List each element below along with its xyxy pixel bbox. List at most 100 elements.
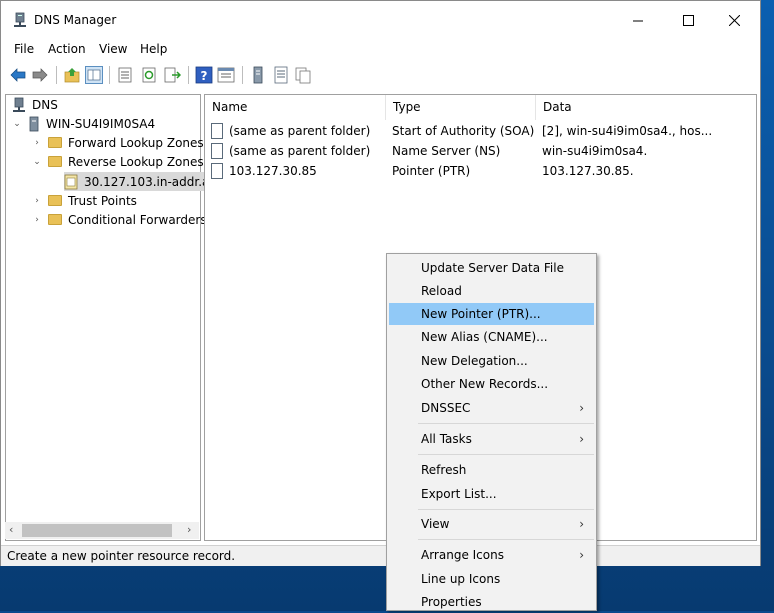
menu-item-label: Refresh [421,463,467,477]
title-bar: DNS Manager [1,1,760,39]
menu-view[interactable]: View [99,42,127,56]
menu-item-refresh[interactable]: Refresh [389,459,594,481]
tree-label-server: WIN-SU4I9IM0SA4 [46,116,156,131]
maximize-button[interactable] [665,1,711,39]
tree-item-conditional-forwarders[interactable]: › Conditional Forwarders [32,210,207,229]
column-header-name[interactable]: Name [205,95,386,120]
chevron-right-icon[interactable]: › [32,196,42,206]
table-row[interactable]: 103.127.30.85 Pointer (PTR) 103.127.30.8… [205,162,756,182]
window-title: DNS Manager [34,13,117,27]
chevron-right-icon[interactable]: › [32,215,42,225]
menu-help[interactable]: Help [140,42,167,56]
menu-item-label: View [421,517,450,531]
folder-open-icon [48,156,62,167]
dns-icon [13,97,25,112]
table-row[interactable]: (same as parent folder) Start of Authori… [205,122,756,142]
back-icon[interactable] [9,66,27,84]
up-folder-icon[interactable] [63,66,81,84]
copy-icon[interactable] [294,66,312,84]
menu-item-label: Other New Records... [421,377,549,391]
chevron-down-icon[interactable]: ⌄ [12,119,22,129]
cell-name: (same as parent folder) [229,124,371,138]
menu-item-new-alias[interactable]: New Alias (CNAME)... [389,326,594,348]
cell-name: (same as parent folder) [229,144,371,158]
menu-separator [418,539,594,540]
menu-item-label: DNSSEC [421,401,471,415]
tree-item-forward-lookup-zones[interactable]: › Forward Lookup Zones [32,133,204,152]
folder-icon [48,214,62,225]
tree-item-trust-points[interactable]: › Trust Points [32,191,137,210]
cell-data: win-su4i9im0sa4. [542,144,648,158]
chevron-right-icon: › [579,548,584,562]
tree-item-reverse-lookup-zones[interactable]: ⌄ Reverse Lookup Zones [32,152,203,171]
menu-item-new-pointer[interactable]: New Pointer (PTR)... [389,303,594,325]
menu-item-all-tasks[interactable]: All Tasks › [389,428,594,450]
cell-type: Pointer (PTR) [392,164,471,178]
folder-icon [48,195,62,206]
minimize-button[interactable] [615,1,661,39]
scrollbar-thumb[interactable] [22,524,172,537]
maximize-icon [682,14,694,26]
toolbar-separator [56,66,57,84]
menu-item-label: New Pointer (PTR)... [421,307,541,321]
server-icon[interactable] [249,66,267,84]
chevron-right-icon: › [579,401,584,415]
server-icon [29,116,39,131]
tree-item-dns[interactable]: DNS [12,95,58,114]
record-icon [211,123,223,139]
record-icon [211,143,223,159]
tree-label-conditional: Conditional Forwarders [68,212,207,227]
zone-list-icon[interactable] [272,66,290,84]
tree-item-server[interactable]: ⌄ WIN-SU4I9IM0SA4 [12,114,155,133]
tree-horizontal-scrollbar[interactable]: ‹ › [5,522,199,539]
toolbar-separator [242,66,243,84]
tree-label-forward: Forward Lookup Zones [68,135,204,150]
menu-item-update-server-data-file[interactable]: Update Server Data File [389,257,594,279]
menu-separator [418,454,594,455]
menu-item-label: Properties [421,595,482,609]
menu-item-other-new-records[interactable]: Other New Records... [389,373,594,395]
chevron-down-icon[interactable]: ⌄ [32,157,42,167]
export-icon[interactable] [163,66,181,84]
menu-item-label: New Alias (CNAME)... [421,330,548,344]
refresh-icon[interactable] [140,66,158,84]
menu-item-arrange-icons[interactable]: Arrange Icons › [389,544,594,566]
menu-item-reload[interactable]: Reload [389,280,594,302]
menu-item-dnssec[interactable]: DNSSEC › [389,397,594,419]
properties-icon[interactable] [116,66,134,84]
menu-item-new-delegation[interactable]: New Delegation... [389,350,594,372]
menu-action[interactable]: Action [48,42,86,56]
help-icon[interactable]: ? [195,66,213,84]
record-icon [211,163,223,179]
menu-file[interactable]: File [14,42,34,56]
scroll-right-icon[interactable]: › [187,523,191,536]
column-header-type[interactable]: Type [386,95,536,120]
scroll-left-icon[interactable]: ‹ [9,523,13,536]
forward-icon[interactable] [31,66,49,84]
view-icon[interactable] [217,66,235,84]
show-hide-tree-icon[interactable] [85,66,103,84]
tree-item-zone-selected[interactable]: 30.127.103.in-addr.ar [64,172,217,191]
dns-manager-window: DNS Manager File Action View Help ? DNS … [0,0,761,566]
tree-label-zone: 30.127.103.in-addr.ar [84,174,215,189]
menu-item-label: All Tasks [421,432,472,446]
svg-text:?: ? [201,69,208,83]
menu-item-line-up-icons[interactable]: Line up Icons [389,568,594,590]
menu-item-view[interactable]: View › [389,513,594,535]
menu-item-properties[interactable]: Properties [389,591,594,613]
menu-item-export-list[interactable]: Export List... [389,483,594,505]
status-bar: Create a new pointer resource record. [1,545,760,566]
chevron-right-icon[interactable]: › [32,138,42,148]
folder-icon [48,137,62,148]
close-icon [728,14,740,26]
cell-name: 103.127.30.85 [229,164,317,178]
cell-data: 103.127.30.85. [542,164,634,178]
console-tree: DNS ⌄ WIN-SU4I9IM0SA4 › Forward Lookup Z… [5,94,217,541]
zone-file-icon [64,174,78,189]
menu-separator [418,423,594,424]
column-header-data[interactable]: Data [536,95,756,120]
tree-label-trust: Trust Points [68,193,137,208]
table-row[interactable]: (same as parent folder) Name Server (NS)… [205,142,756,162]
close-button[interactable] [711,1,757,39]
status-text: Create a new pointer resource record. [7,549,236,563]
